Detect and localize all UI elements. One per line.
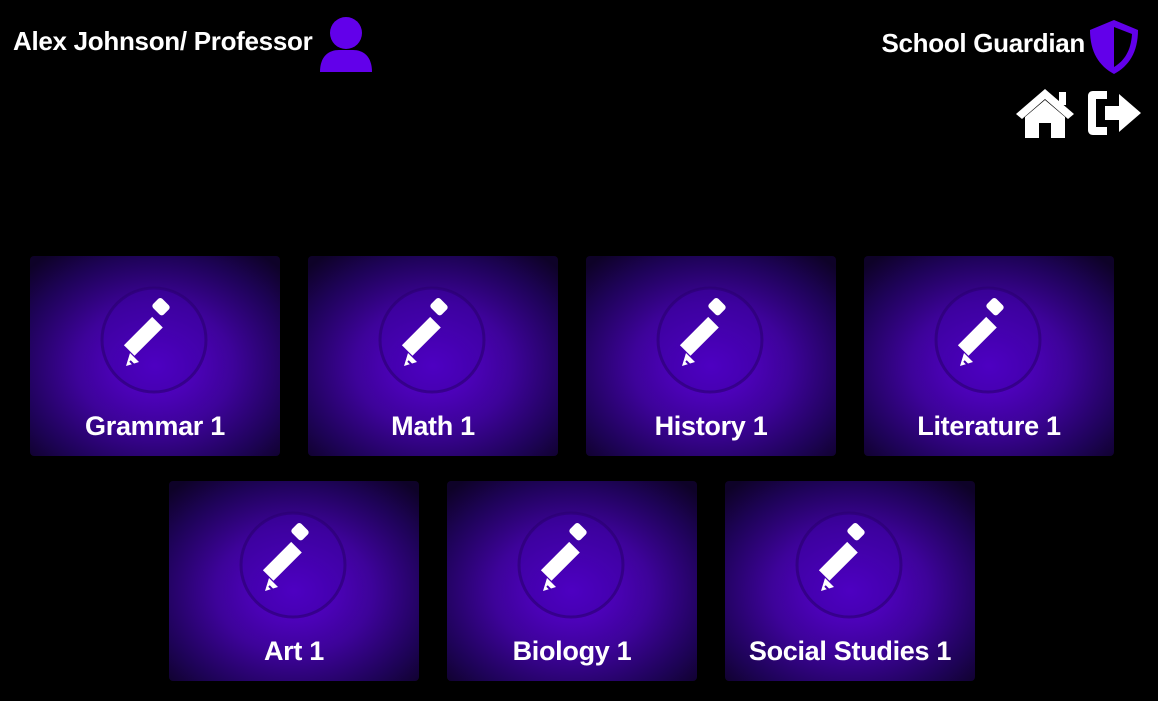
pencil-icon xyxy=(934,286,1042,394)
course-label: Literature 1 xyxy=(917,411,1061,441)
course-label: Art 1 xyxy=(263,636,324,666)
pencil-icon xyxy=(656,286,764,394)
pencil-icon xyxy=(517,511,625,619)
course-card-art[interactable]: Art 1 xyxy=(169,481,419,681)
course-grid: Grammar 1 Math 1 History 1 Literature 1 … xyxy=(0,0,1158,701)
course-label: History 1 xyxy=(654,411,768,441)
teacher-dashboard: Alex Johnson/ Professor School Guardian xyxy=(0,0,1158,701)
course-label: Grammar 1 xyxy=(85,411,225,441)
course-card-biology[interactable]: Biology 1 xyxy=(447,481,697,681)
course-card-grammar[interactable]: Grammar 1 xyxy=(30,256,280,456)
course-label: Social Studies 1 xyxy=(748,636,952,666)
course-label: Math 1 xyxy=(391,411,475,441)
course-card-math[interactable]: Math 1 xyxy=(308,256,558,456)
course-card-social-studies[interactable]: Social Studies 1 xyxy=(725,481,975,681)
pencil-icon xyxy=(795,511,903,619)
pencil-icon xyxy=(100,286,208,394)
pencil-icon xyxy=(378,286,486,394)
course-label: Biology 1 xyxy=(512,636,632,666)
course-card-history[interactable]: History 1 xyxy=(586,256,836,456)
pencil-icon xyxy=(239,511,347,619)
course-card-literature[interactable]: Literature 1 xyxy=(864,256,1114,456)
